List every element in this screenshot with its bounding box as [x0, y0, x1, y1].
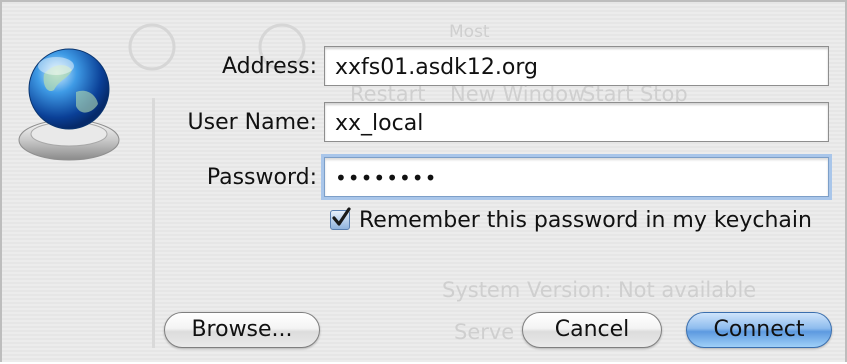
ghost-divider: [152, 98, 155, 348]
password-label: Password:: [206, 165, 317, 190]
ghost-title: Most: [449, 22, 490, 42]
checkmark-icon: [332, 207, 351, 226]
username-label: User Name:: [187, 110, 317, 135]
remember-password-label: Remember this password in my keychain: [359, 208, 812, 233]
remember-password-checkbox[interactable]: [330, 207, 351, 230]
browse-button[interactable]: Browse...: [164, 312, 320, 348]
cancel-button[interactable]: Cancel: [522, 312, 662, 348]
connect-to-server-dialog: Most Restart New Window Start Stop Syste…: [0, 0, 847, 362]
password-field[interactable]: ••••••••: [324, 157, 829, 197]
ghost-system-version: System Version: Not available: [442, 278, 757, 302]
network-globe-icon: [18, 48, 120, 161]
ghost-server-label: Serve: [454, 320, 515, 344]
connect-button[interactable]: Connect: [686, 312, 832, 348]
address-label: Address:: [221, 54, 317, 79]
username-field[interactable]: xx_local: [324, 102, 829, 142]
address-field[interactable]: xxfs01.asdk12.org: [324, 46, 829, 86]
